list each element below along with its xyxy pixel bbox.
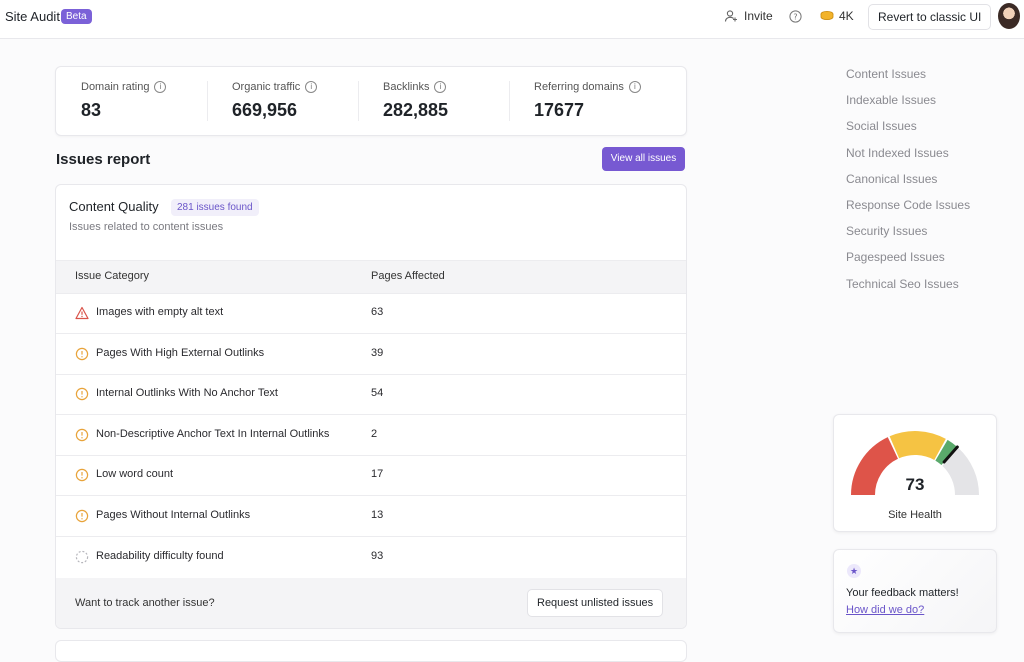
- stat-value: 17677: [534, 100, 585, 120]
- pages-affected: 17: [371, 468, 384, 480]
- issue-name: Readability difficulty found: [96, 550, 224, 562]
- pages-affected: 93: [371, 550, 384, 562]
- warning-triangle-icon: [75, 306, 89, 320]
- pages-affected: 63: [371, 306, 384, 318]
- column-header-issue-category: Issue Category: [75, 270, 149, 282]
- star-icon: ★: [847, 564, 861, 578]
- table-row[interactable]: Pages With High External Outlinks 39: [56, 334, 686, 375]
- category-title: Content Quality: [69, 199, 159, 214]
- column-header-pages-affected: Pages Affected: [371, 270, 445, 282]
- table-row[interactable]: Low word count 17: [56, 455, 686, 496]
- pages-affected: 13: [371, 509, 384, 521]
- site-health-score: 73: [905, 475, 925, 494]
- info-icon[interactable]: i: [434, 81, 447, 93]
- info-icon[interactable]: i: [154, 81, 167, 93]
- pages-affected: 54: [371, 387, 384, 399]
- category-subtitle: Issues related to content issues: [69, 221, 224, 233]
- issue-name: Images with empty alt text: [96, 306, 224, 318]
- table-row[interactable]: Non-Descriptive Anchor Text In Internal …: [56, 415, 686, 456]
- alert-circle-icon: [75, 347, 89, 361]
- stat-label: Referring domains: [534, 81, 624, 93]
- info-icon[interactable]: i: [305, 81, 318, 93]
- stat-value: 282,885: [383, 100, 449, 120]
- pages-affected: 39: [371, 347, 384, 359]
- feedback-title: Your feedback matters!: [846, 587, 959, 599]
- gauge-segment-yellow: [889, 431, 946, 461]
- user-add-icon: [724, 10, 737, 22]
- nav-item-security-issues[interactable]: Security Issues: [846, 223, 970, 249]
- issue-name: Internal Outlinks With No Anchor Text: [96, 387, 278, 399]
- info-icon[interactable]: i: [628, 81, 641, 93]
- table-header: Issue Category Pages Affected: [56, 260, 686, 294]
- svg-text:?: ?: [793, 12, 797, 21]
- next-issues-card: [55, 640, 687, 662]
- site-health-widget: 73 Site Health: [833, 414, 997, 532]
- pages-affected: 2: [371, 428, 378, 440]
- stat-label: Backlinks: [383, 81, 430, 93]
- table-row[interactable]: Readability difficulty found 93: [56, 537, 686, 577]
- nav-item-not-indexed-issues[interactable]: Not Indexed Issues: [846, 145, 970, 171]
- help-button[interactable]: ?: [789, 10, 802, 28]
- divider: [358, 81, 359, 121]
- nav-item-response-code-issues[interactable]: Response Code Issues: [846, 197, 970, 223]
- issue-name: Pages With High External Outlinks: [96, 347, 265, 359]
- avatar[interactable]: [998, 3, 1020, 29]
- issues-found-badge: 281 issues found: [171, 199, 259, 216]
- table-footer: Want to track another issue? Request unl…: [56, 578, 686, 628]
- issue-name: Low word count: [96, 468, 174, 480]
- table-row[interactable]: Images with empty alt text 63: [56, 293, 686, 334]
- credits-indicator[interactable]: 4K: [820, 9, 854, 23]
- coin-stack-icon: [820, 11, 834, 21]
- divider: [207, 81, 208, 121]
- nav-item-pagespeed-issues[interactable]: Pagespeed Issues: [846, 249, 970, 275]
- nav-item-social-issues[interactable]: Social Issues: [846, 118, 970, 144]
- stat-value: 83: [81, 100, 102, 120]
- top-bar: Site Audit Beta Invite ? 4K Revert to cl…: [0, 0, 1024, 39]
- feedback-link[interactable]: How did we do?: [846, 604, 924, 616]
- issue-sections-nav: Content Issues Indexable Issues Social I…: [846, 66, 970, 302]
- nav-item-indexable-issues[interactable]: Indexable Issues: [846, 92, 970, 118]
- dashed-circle-icon: [75, 550, 89, 564]
- stat-value: 669,956: [232, 100, 298, 120]
- stat-label: Organic traffic: [232, 81, 301, 93]
- feedback-card: ★ Your feedback matters! How did we do?: [833, 549, 997, 633]
- invite-button[interactable]: Invite: [724, 9, 773, 23]
- app-title: Site Audit: [5, 9, 60, 24]
- divider: [509, 81, 510, 121]
- nav-item-content-issues[interactable]: Content Issues: [846, 66, 970, 92]
- alert-circle-icon: [75, 468, 89, 482]
- issues-report-title: Issues report: [56, 151, 151, 168]
- alert-circle-icon: [75, 509, 89, 523]
- table-row[interactable]: Pages Without Internal Outlinks 13: [56, 496, 686, 537]
- issues-card: Content Quality 281 issues found Issues …: [55, 184, 687, 629]
- view-all-issues-button[interactable]: View all issues: [602, 147, 685, 171]
- alert-circle-icon: [75, 387, 89, 401]
- nav-item-technical-seo-issues[interactable]: Technical Seo Issues: [846, 276, 970, 302]
- nav-item-canonical-issues[interactable]: Canonical Issues: [846, 171, 970, 197]
- invite-label: Invite: [744, 9, 773, 23]
- issue-name: Non-Descriptive Anchor Text In Internal …: [96, 428, 330, 440]
- issue-name: Pages Without Internal Outlinks: [96, 509, 251, 521]
- site-health-label: Site Health: [888, 509, 942, 521]
- help-circle-icon: ?: [789, 10, 802, 23]
- revert-classic-button[interactable]: Revert to classic UI: [868, 4, 992, 30]
- stat-label: Domain rating: [81, 81, 150, 93]
- beta-badge: Beta: [61, 9, 92, 24]
- table-row[interactable]: Internal Outlinks With No Anchor Text 54: [56, 374, 686, 415]
- credits-value: 4K: [839, 9, 854, 23]
- alert-circle-icon: [75, 428, 89, 442]
- track-issue-question: Want to track another issue?: [75, 597, 215, 609]
- request-unlisted-issues-button[interactable]: Request unlisted issues: [527, 589, 664, 617]
- stats-card: Domain rating i 83 Organic traffic i 669,9…: [55, 66, 687, 136]
